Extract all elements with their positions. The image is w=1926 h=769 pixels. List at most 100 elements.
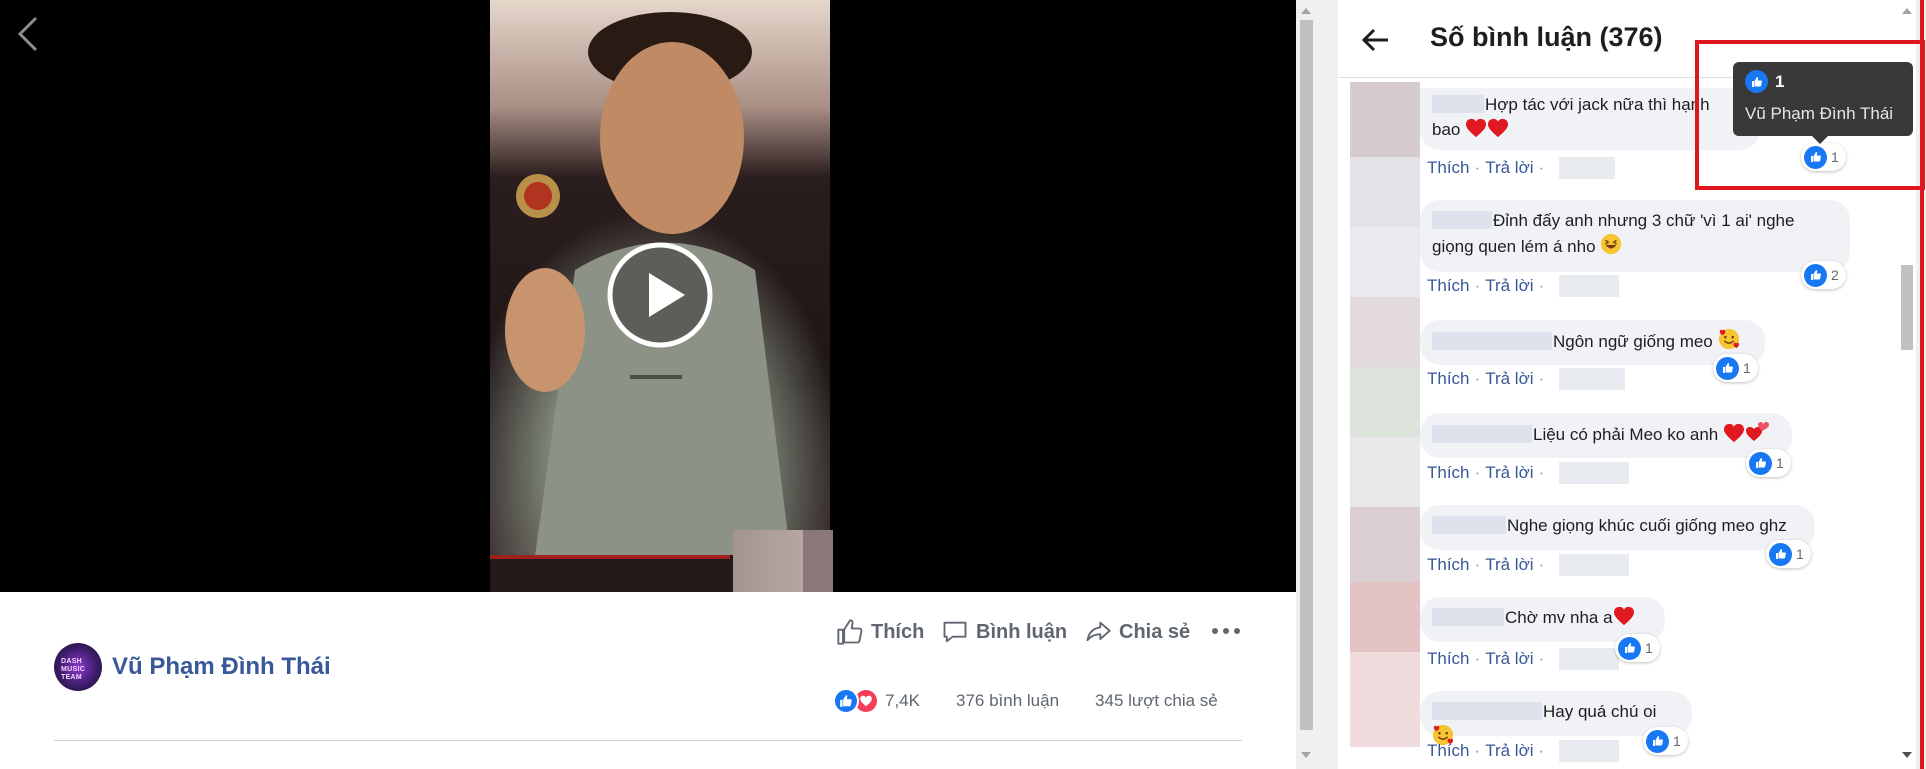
commenter-avatar[interactable]: [1350, 507, 1420, 582]
reaction-count: 2: [1831, 267, 1839, 283]
comment-like-link[interactable]: Thích: [1427, 463, 1470, 483]
page-scrollbar[interactable]: [1296, 0, 1317, 769]
smiling-face-hearts-icon: [1718, 328, 1740, 357]
commenter-avatar[interactable]: [1350, 297, 1420, 367]
comment-like-link[interactable]: Thích: [1427, 555, 1470, 575]
comment-reply-link[interactable]: Trả lời: [1485, 555, 1533, 575]
commenter-avatar[interactable]: [1350, 367, 1420, 437]
reaction-tooltip: 1 Vũ Phạm Đình Thái: [1733, 62, 1913, 136]
redacted-timestamp: [1559, 275, 1620, 297]
comment-actions: Thích · Trả lời ·: [1427, 275, 1620, 297]
like-reaction-icon: [1716, 356, 1739, 380]
redacted-username: [1432, 425, 1532, 443]
scroll-thumb[interactable]: [1300, 20, 1313, 730]
screenshot-stage: Thích Bình luận Chia sẻ DASH MUSIC TEAM …: [0, 0, 1926, 769]
author-avatar[interactable]: DASH MUSIC TEAM: [54, 643, 102, 691]
comment-reply-link[interactable]: Trả lời: [1485, 463, 1533, 483]
comment-like-link[interactable]: Thích: [1427, 276, 1470, 296]
reaction-count: 1: [1776, 455, 1784, 471]
comment-reaction-badge[interactable]: 1: [1766, 540, 1811, 568]
comment-button[interactable]: Bình luận: [941, 618, 1067, 646]
comment-reaction-badge[interactable]: 1: [1615, 634, 1660, 662]
comment-reaction-badge[interactable]: 1: [1746, 449, 1791, 477]
play-icon[interactable]: [605, 240, 715, 350]
separator-dot: ·: [1538, 741, 1545, 760]
comment-text: Chờ mv nha a: [1505, 608, 1613, 627]
red-heart-icon: [1487, 118, 1509, 145]
comment-bubble: Ngôn ngữ giống meo: [1420, 320, 1765, 365]
separator-dot: ·: [1474, 741, 1481, 760]
chevron-left-icon[interactable]: [16, 14, 40, 54]
more-dot-icon: [1234, 628, 1240, 634]
redacted-timestamp: [1559, 157, 1616, 179]
separator-dot: ·: [1538, 463, 1545, 482]
commenter-avatar[interactable]: [1350, 157, 1420, 227]
redacted-username: [1432, 702, 1542, 720]
author-avatar-text: DASH MUSIC TEAM: [61, 658, 86, 681]
commenter-avatar[interactable]: [1350, 82, 1420, 157]
share-button-label: Chia sẻ: [1119, 620, 1191, 643]
comment-text: Hay quá chú oi: [1543, 702, 1657, 721]
share-button[interactable]: Chia sẻ: [1084, 618, 1190, 646]
like-reaction-icon: [1804, 263, 1827, 287]
redacted-timestamp: [1559, 368, 1626, 390]
scroll-thumb[interactable]: [1901, 265, 1913, 350]
redacted-timestamp: [1559, 740, 1620, 762]
scroll-down-icon[interactable]: [1902, 752, 1912, 758]
scroll-up-icon[interactable]: [1902, 8, 1912, 14]
comment-text: Liệu có phải Meo ko anh: [1533, 425, 1719, 444]
comments-count[interactable]: 376 bình luận: [956, 691, 1059, 711]
red-heart-icon: [1613, 606, 1635, 633]
laughing-face-icon: [1600, 233, 1622, 262]
red-heart-icon: [1465, 118, 1487, 145]
like-button[interactable]: Thích: [836, 618, 924, 646]
tooltip-reactor-name: Vũ Phạm Đình Thái: [1745, 104, 1894, 123]
comment-like-link[interactable]: Thích: [1427, 158, 1470, 178]
reaction-count: 1: [1743, 360, 1751, 376]
comment-actions: Thích · Trả lời ·: [1427, 157, 1616, 179]
shares-count[interactable]: 345 lượt chia sẻ: [1095, 691, 1218, 711]
comment-reply-link[interactable]: Trả lời: [1485, 158, 1533, 178]
commenter-avatar[interactable]: [1350, 437, 1420, 507]
like-reaction-icon[interactable]: [833, 688, 859, 714]
blurred-overlay: [733, 530, 833, 600]
comment-reply-link[interactable]: Trả lời: [1485, 649, 1533, 669]
comment-reply-link[interactable]: Trả lời: [1485, 369, 1533, 389]
comment-icon: [943, 621, 967, 643]
comment-reaction-badge[interactable]: 2: [1801, 261, 1846, 289]
post-author[interactable]: DASH MUSIC TEAM Vũ Phạm Đình Thái: [54, 643, 331, 691]
commenter-avatar[interactable]: [1350, 227, 1420, 297]
comment-text: bao: [1432, 120, 1461, 139]
separator-dot: ·: [1474, 369, 1481, 388]
commenter-avatar[interactable]: [1350, 652, 1420, 747]
tooltip-arrow: [1812, 136, 1828, 144]
author-name[interactable]: Vũ Phạm Đình Thái: [112, 653, 331, 681]
comment-like-link[interactable]: Thích: [1427, 649, 1470, 669]
separator-dot: ·: [1538, 158, 1545, 177]
comment-reaction-badge[interactable]: 1: [1643, 727, 1688, 755]
thumbs-up-icon: [837, 619, 863, 645]
separator-dot: ·: [1474, 555, 1481, 574]
separator-dot: ·: [1538, 555, 1545, 574]
scroll-down-icon[interactable]: [1301, 752, 1311, 758]
redacted-username: [1432, 516, 1506, 534]
comment-like-link[interactable]: Thích: [1427, 741, 1470, 761]
comment-reply-link[interactable]: Trả lời: [1485, 276, 1533, 296]
reactions-count[interactable]: 7,4K: [885, 691, 920, 711]
comment-text: Nghe giọng khúc cuối giống meo ghz: [1507, 516, 1787, 535]
separator-dot: ·: [1474, 158, 1481, 177]
commenter-avatar[interactable]: [1350, 582, 1420, 652]
video-player[interactable]: [0, 0, 1296, 600]
scroll-up-icon[interactable]: [1301, 8, 1311, 14]
arrow-left-icon[interactable]: [1360, 24, 1392, 56]
comment-actions: Thích · Trả lời ·: [1427, 554, 1630, 576]
like-reaction-icon: [1618, 636, 1641, 660]
comment-reaction-badge[interactable]: 1: [1713, 354, 1758, 382]
comment-like-link[interactable]: Thích: [1427, 369, 1470, 389]
separator-dot: ·: [1474, 649, 1481, 668]
like-reaction-icon: [1745, 70, 1768, 93]
comment-reply-link[interactable]: Trả lời: [1485, 741, 1533, 761]
more-options-button[interactable]: [1212, 628, 1242, 638]
comment-text: giọng quen lém á nho: [1432, 237, 1596, 256]
redacted-timestamp: [1559, 462, 1630, 484]
